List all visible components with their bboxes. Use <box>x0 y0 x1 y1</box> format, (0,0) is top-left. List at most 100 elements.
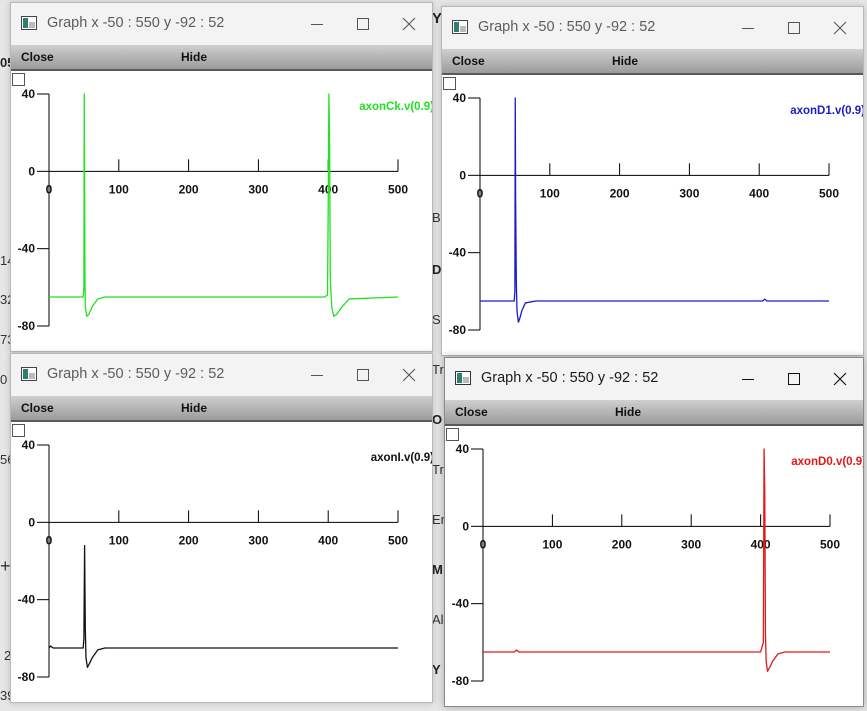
window-title: Graph x -50 : 550 y -92 : 52 <box>47 366 225 382</box>
x-tick-label: 200 <box>179 533 199 547</box>
x-tick-label: 200 <box>610 186 630 200</box>
y-tick-label: 40 <box>456 442 470 456</box>
plot-svg: 400-40-800 100 200 300 400 500axonI.v(0.9) <box>18 438 432 684</box>
close-window-button[interactable] <box>386 3 432 45</box>
maximize-icon <box>788 22 800 34</box>
window-title: Graph x -50 : 550 y -92 : 52 <box>47 15 225 31</box>
x-tick-label: 200 <box>612 537 632 551</box>
x-tick-label: 300 <box>248 533 268 547</box>
minimize-icon <box>311 24 323 25</box>
plot-area[interactable]: 40 0 -40 -80 0 100 200 300 400 500 axonCk.v(0.9) <box>11 71 432 351</box>
x-tick-label: 100 <box>540 186 560 200</box>
bg-text-fragment: 0 <box>0 372 8 387</box>
y-tick-label: 40 <box>22 87 36 101</box>
bg-text-fragment: D <box>432 262 442 277</box>
y-tick-label: -80 <box>449 323 467 337</box>
graph-close-button[interactable]: Close <box>455 405 488 419</box>
close-window-button[interactable] <box>386 354 432 396</box>
bg-text-fragment: Al <box>432 612 444 627</box>
x-tick-label: 100 <box>109 182 129 196</box>
trace-line <box>480 97 829 323</box>
minimize-icon <box>742 28 754 29</box>
plot-area[interactable]: 40 0 -40 -80 0 100 200 300 400 500 axonI.v(0.9) <box>11 422 432 702</box>
trace-label: axonD1.v(0.9) <box>790 105 863 117</box>
bg-text-fragment: M <box>432 562 443 577</box>
trace-label: axonCk.v(0.9) <box>359 101 432 113</box>
trace-line <box>48 544 398 668</box>
y-tick-label: 40 <box>22 438 36 452</box>
y-tick-label: -40 <box>452 597 470 611</box>
app-icon <box>455 371 471 385</box>
minimize-button[interactable] <box>725 7 771 49</box>
minimize-icon <box>311 375 323 376</box>
minimize-button[interactable] <box>294 3 340 45</box>
minimize-button[interactable] <box>725 358 771 400</box>
close-icon <box>833 21 847 35</box>
y-tick-label: -40 <box>449 246 467 260</box>
y-tick-label: 40 <box>453 91 467 105</box>
window-title: Graph x -50 : 550 y -92 : 52 <box>478 19 656 35</box>
graph-hide-button[interactable]: Hide <box>612 54 638 68</box>
bg-text-fragment: Tr <box>432 362 444 377</box>
graph-hide-button[interactable]: Hide <box>181 50 207 64</box>
y-tick-label: 0 <box>28 515 35 529</box>
x-tick-label: 0 <box>477 186 484 200</box>
plot-area[interactable]: 40 0 -40 -80 0 100 200 300 400 500 axonD1.v(0.9) <box>442 75 863 355</box>
y-tick-label: -40 <box>18 242 36 256</box>
bg-text-fragment: S <box>432 312 441 327</box>
y-tick-label: -40 <box>18 593 36 607</box>
maximize-button[interactable] <box>771 7 817 49</box>
x-tick-label: 500 <box>819 186 839 200</box>
minimize-button[interactable] <box>294 354 340 396</box>
graph-window-axond0[interactable]: Graph x -50 : 550 y -92 : 52 Close Hide … <box>444 357 864 707</box>
graph-close-button[interactable]: Close <box>452 54 485 68</box>
y-tick-label: -80 <box>18 319 36 333</box>
x-tick-label: 100 <box>542 537 562 551</box>
maximize-button[interactable] <box>771 358 817 400</box>
trace-line <box>483 448 830 672</box>
title-bar[interactable]: Graph x -50 : 550 y -92 : 52 <box>11 354 432 396</box>
graph-close-button[interactable]: Close <box>21 401 54 415</box>
app-icon <box>21 367 37 381</box>
graph-menubar: Close Hide <box>11 45 432 71</box>
x-tick-label: 500 <box>388 533 408 547</box>
app-icon <box>452 20 468 34</box>
x-tick-label: 500 <box>388 182 408 196</box>
maximize-icon <box>788 373 800 385</box>
x-tick-label: 100 <box>109 533 129 547</box>
bg-text-fragment: B <box>432 210 441 225</box>
bg-text-fragment: + <box>0 556 11 576</box>
y-tick-label: -80 <box>18 670 36 684</box>
maximize-button[interactable] <box>340 3 386 45</box>
minimize-icon <box>742 379 754 380</box>
window-title: Graph x -50 : 550 y -92 : 52 <box>481 370 659 386</box>
plot-area[interactable]: 40 0 -40 -80 0 100 200 300 400 500 axonD0.v(0.9) <box>445 426 863 706</box>
title-bar[interactable]: Graph x -50 : 550 y -92 : 52 <box>442 7 863 49</box>
graph-menubar: Close Hide <box>442 49 863 75</box>
close-icon <box>402 17 416 31</box>
title-bar[interactable]: Graph x -50 : 550 y -92 : 52 <box>11 3 432 45</box>
x-tick-label: 500 <box>820 537 840 551</box>
graph-window-axonck[interactable]: Graph x -50 : 550 y -92 : 52 Close Hide … <box>10 2 433 352</box>
graph-window-axond1[interactable]: Graph x -50 : 550 y -92 : 52 Close Hide … <box>441 6 864 356</box>
x-tick-label: 300 <box>679 186 699 200</box>
plot-svg: 400-40-800 100 200 300 400 500axonD0.v(0.9) <box>452 442 863 688</box>
y-tick-label: 0 <box>459 168 466 182</box>
title-bar[interactable]: Graph x -50 : 550 y -92 : 52 <box>445 358 863 400</box>
bg-text-fragment: Tr <box>432 462 444 477</box>
graph-hide-button[interactable]: Hide <box>181 401 207 415</box>
bg-text-fragment: O <box>432 412 443 427</box>
close-window-button[interactable] <box>817 7 863 49</box>
x-tick-label: 300 <box>681 537 701 551</box>
app-icon <box>21 16 37 30</box>
plot-svg: 400-40-800 100 200 300 400 500axonD1.v(0.9) <box>449 91 863 337</box>
x-tick-label: 0 <box>46 533 53 547</box>
y-tick-label: 0 <box>462 519 469 533</box>
close-window-button[interactable] <box>817 358 863 400</box>
trace-label: axonD0.v(0.9) <box>791 456 863 468</box>
graph-close-button[interactable]: Close <box>21 50 54 64</box>
graph-hide-button[interactable]: Hide <box>615 405 641 419</box>
x-tick-label: 0 <box>480 537 487 551</box>
maximize-button[interactable] <box>340 354 386 396</box>
graph-window-axoni[interactable]: Graph x -50 : 550 y -92 : 52 Close Hide … <box>10 353 433 703</box>
